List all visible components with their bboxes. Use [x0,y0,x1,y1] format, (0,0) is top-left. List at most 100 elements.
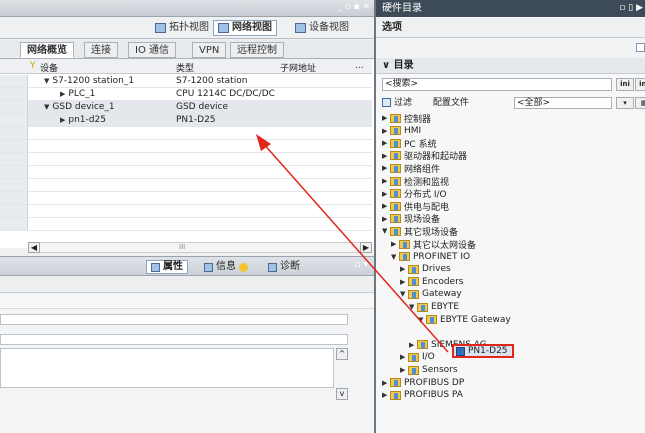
filter-settings-icon[interactable]: ▦ [635,97,645,109]
catalog-tree-item[interactable]: ▼ EBYTE Gateway [418,314,511,326]
scroll-right-icon[interactable]: ▶ [360,242,372,253]
tab-io-communication[interactable]: IO 通信 [128,42,176,58]
expand-icon[interactable]: ▶ [409,341,417,349]
folder-icon [426,315,437,325]
tab-properties[interactable]: 属性 [146,260,188,274]
expand-icon[interactable]: ▶ [391,240,399,248]
tab-info[interactable]: 信息 [204,260,248,274]
tab-network-view[interactable]: 网络视图 [213,20,277,36]
catalog-tree-item[interactable]: ▶ 控制器 [382,112,431,125]
catalog-tree-label: 分布式 I/O [404,190,447,201]
catalog-tree-item[interactable]: ▶ Drives [400,263,451,275]
catalog-tree-item[interactable]: ▶ 分布式 I/O [382,188,447,200]
expand-icon[interactable]: ▶ [400,265,408,273]
column-type[interactable]: 类型 [176,61,194,74]
expand-icon[interactable]: ▶ [382,127,390,135]
panel-controls[interactable]: ▫ ▯ ▶ [619,0,643,17]
collapse-icon[interactable]: ▼ [44,103,49,111]
properties-toolbar [0,277,374,293]
column-more[interactable]: ... [355,61,364,71]
expand-icon[interactable]: ▶ [400,278,408,286]
filter-checkbox[interactable] [382,98,391,107]
expand-icon[interactable]: ▶ [382,114,390,122]
property-field[interactable] [0,334,348,345]
tab-diagnostics[interactable]: 诊断 [268,260,300,274]
expand-icon[interactable]: ▶ [382,379,390,387]
table-row[interactable]: ▼ S7-1200 station_1 S7-1200 station [0,75,372,88]
catalog-tree-item[interactable]: ▶ 供电与配电 [382,200,449,213]
column-device[interactable]: 设备 [40,61,58,74]
tab-label: 拓扑视图 [169,22,209,33]
catalog-tree-item[interactable]: ▶ 检测和监视 [382,175,449,188]
scroll-down-icon[interactable]: v [336,388,348,400]
catalog-tree-item[interactable]: ▶ 驱动器和起动器 [382,150,467,162]
folder-icon [390,201,401,211]
collapse-icon[interactable]: ▼ [382,227,390,235]
catalog-tree-item[interactable]: ▶ PROFIBUS DP [382,377,464,389]
column-subnet[interactable]: 子网地址 [280,61,316,74]
expand-icon[interactable]: ▶ [382,190,390,198]
tab-connections[interactable]: 连接 [84,42,118,58]
catalog-tree-item[interactable]: ▶ 网络组件 [382,162,440,175]
expand-icon[interactable]: ▶ [60,90,65,98]
expand-icon[interactable]: ▶ [60,116,65,124]
panel-menu-icon[interactable]: ▫ ▾ [355,260,368,270]
property-textarea[interactable] [0,348,334,388]
tab-device-view[interactable]: 设备视图 [290,20,354,36]
tab-network-overview[interactable]: 网络概览 [20,42,74,58]
expand-icon[interactable]: ▶ [382,164,390,172]
collapse-icon[interactable]: ▼ [391,253,399,261]
collapse-icon[interactable]: ▼ [418,316,426,324]
catalog-tree-item[interactable]: ▼ PROFINET IO [391,251,470,263]
table-row[interactable]: ▶ PLC_1 CPU 1214C DC/DC/DC [0,88,372,101]
catalog-tree-item[interactable]: ▶ Sensors [400,364,458,376]
tab-topology-view[interactable]: 拓扑视图 [150,20,214,36]
expand-icon[interactable]: ▶ [400,366,408,374]
folder-icon [399,252,410,262]
expand-icon[interactable]: ▶ [400,353,408,361]
tab-vpn[interactable]: VPN [192,42,227,58]
collapse-icon[interactable]: ▼ [44,77,49,85]
properties-nav [0,295,374,309]
device-name: GSD device_1 [52,102,115,112]
collapse-icon[interactable]: ∨ [382,60,394,71]
options-toggle-icon[interactable] [636,43,645,52]
catalog-header[interactable]: ∨ 目录 [376,58,645,74]
collapse-icon[interactable]: ▼ [409,303,417,311]
catalog-tree-item[interactable]: ▶ HMI [382,125,421,137]
options-header[interactable]: 选项 [376,18,645,38]
catalog-tree-item[interactable]: ▶ 其它以太网设备 [391,238,476,251]
expand-icon[interactable]: ▶ [382,391,390,399]
search-down-button[interactable]: ini [616,78,634,91]
catalog-tree-item[interactable]: ▶ 现场设备 [382,213,440,225]
catalog-tree-item[interactable]: ▼ 其它现场设备 [382,225,458,238]
profile-select[interactable]: <全部> [514,97,612,109]
catalog-tree-item[interactable]: ▶ PROFIBUS PA [382,389,463,401]
catalog-tree-item[interactable]: ▼ EBYTE [409,301,459,313]
expand-icon[interactable]: ▶ [382,177,390,185]
catalog-item-pn1-d25[interactable]: PN1-D25 [452,344,514,358]
expand-icon[interactable]: ▶ [382,202,390,210]
expand-icon[interactable]: ▶ [382,139,390,147]
folder-icon [390,214,401,224]
catalog-tree-item[interactable]: ▶ PC 系统 [382,137,437,150]
window-controls[interactable]: _ ▫ ▪ ✕ [337,2,370,12]
table-row[interactable]: ▶ pn1-d25 PN1-D25 [0,114,372,127]
catalog-tree-item[interactable]: ▶ I/O [400,351,435,363]
catalog-tree-item[interactable]: ▼ Gateway [400,288,462,300]
device-name: PLC_1 [68,89,96,99]
horizontal-scrollbar[interactable]: ◀ III ▶ [28,242,372,253]
dropdown-icon[interactable]: ▾ [616,97,634,109]
search-up-button[interactable]: ini [635,78,645,91]
collapse-icon[interactable]: ▼ [400,290,408,298]
scroll-thumb-grip[interactable]: III [179,243,185,251]
property-field[interactable] [0,314,348,325]
catalog-tree-item[interactable]: ▶ Encoders [400,276,463,288]
tab-remote-control[interactable]: 远程控制 [230,42,284,58]
expand-icon[interactable]: ▶ [382,215,390,223]
expand-icon[interactable]: ▶ [382,152,390,160]
table-row[interactable]: ▼ GSD device_1 GSD device [0,101,372,114]
catalog-search-input[interactable]: <搜索> [382,78,612,91]
scroll-left-icon[interactable]: ◀ [28,242,40,253]
scroll-up-icon[interactable]: ^ [336,348,348,360]
